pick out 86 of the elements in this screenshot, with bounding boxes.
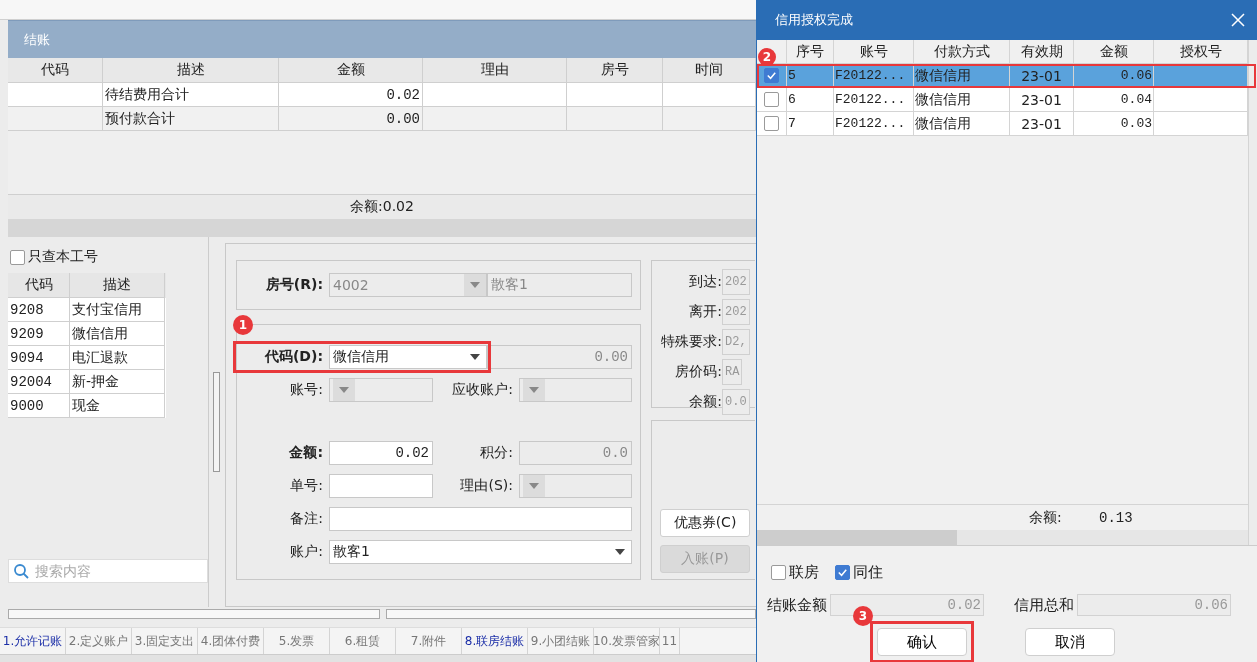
confirm-button[interactable]: 确认: [877, 628, 967, 656]
field-label: 特殊要求:: [660, 333, 722, 351]
text-field[interactable]: [329, 507, 632, 531]
caret-icon: [339, 387, 349, 393]
caret-icon: [470, 354, 480, 360]
caret-icon: [615, 549, 625, 555]
number-field[interactable]: 0.02: [329, 441, 433, 465]
tab[interactable]: 11: [660, 628, 680, 654]
tab[interactable]: 8.联房结账: [462, 628, 528, 654]
field-label: 积分:: [479, 444, 514, 462]
splitter-handle[interactable]: [212, 372, 220, 472]
field-label: 账户:: [289, 543, 324, 561]
caret-icon: [529, 483, 539, 489]
scrollbar[interactable]: [386, 609, 756, 619]
table-cell: 微信信用: [915, 114, 971, 133]
checkbox[interactable]: [835, 564, 850, 580]
field-label: 账号:: [289, 381, 324, 399]
dropdown[interactable]: 散客1: [329, 540, 632, 564]
checkbox[interactable]: [771, 564, 786, 580]
dropdown[interactable]: 微信信用: [329, 345, 487, 369]
field-label: 应收账户:: [451, 381, 514, 399]
table-cell[interactable]: 9000: [8, 394, 70, 418]
field-label: 信用总和: [1014, 595, 1074, 615]
step-badge: 1: [233, 315, 253, 335]
scrollbar[interactable]: [8, 609, 380, 619]
checkmark-icon: [765, 69, 778, 82]
table-cell: 23-01: [1021, 67, 1062, 84]
table-cell: 0.03: [1120, 116, 1152, 131]
table-cell: F20122...: [835, 92, 906, 107]
text-field[interactable]: [329, 474, 433, 498]
balance-text: 余额:0.02: [350, 198, 414, 216]
table-cell: 6: [788, 92, 796, 107]
field-label: 余额:: [688, 393, 722, 411]
cancel-button[interactable]: 取消: [1025, 628, 1115, 656]
field-label: 金额:: [288, 444, 324, 462]
field-label: 理由(S):: [459, 477, 514, 495]
table-row[interactable]: 7 F20122... 微信信用 23-01 0.03: [757, 112, 1248, 136]
table-cell: 0.06: [1120, 68, 1152, 83]
tab[interactable]: 3.固定支出: [132, 628, 198, 654]
action-button[interactable]: 优惠券(C): [660, 509, 750, 537]
field-label: 代码(D):: [263, 348, 324, 366]
field-label: 单号:: [289, 477, 324, 495]
column-header[interactable]: 序号: [787, 40, 834, 64]
balance-value: 0.13: [1099, 509, 1133, 526]
balance-label: 余额:: [1029, 508, 1063, 527]
table-cell: F20122...: [835, 116, 906, 131]
panel-header: 结账: [8, 20, 756, 58]
checkbox-label: 同住: [853, 562, 883, 582]
checkbox-label: 联房: [789, 562, 819, 582]
table-cell: 微信信用: [915, 66, 971, 85]
column-header[interactable]: 有效期: [1010, 40, 1074, 64]
step-badge: 3: [853, 606, 873, 626]
checkbox-label: 只查本工号: [28, 248, 98, 266]
dialog-title: 信用授权完成: [775, 11, 853, 29]
field-label: 到达:: [688, 273, 722, 291]
table-cell: 0.04: [1120, 92, 1152, 107]
field-label: 房号(R):: [264, 276, 324, 294]
caret-icon: [470, 282, 480, 288]
table-cell: 23-01: [1021, 115, 1062, 132]
field-label: 备注:: [289, 510, 324, 528]
search-field[interactable]: 搜索内容: [8, 559, 208, 583]
checkbox[interactable]: [764, 116, 779, 131]
field-label: 结账金额: [767, 595, 827, 615]
tab[interactable]: 10.发票管家: [594, 628, 660, 654]
table-cell: 5: [788, 68, 796, 83]
tab[interactable]: 2.定义账户: [66, 628, 132, 654]
column-header[interactable]: 付款方式: [914, 40, 1010, 64]
caret-icon: [529, 387, 539, 393]
checkbox[interactable]: [10, 249, 25, 265]
field-label: 房价码:: [674, 363, 722, 381]
search-icon: [13, 563, 29, 579]
scrollbar-thumb[interactable]: [757, 530, 957, 545]
column-header[interactable]: 金额: [1074, 40, 1154, 64]
field-label: 离开:: [688, 303, 722, 321]
table-cell: 23-01: [1021, 91, 1062, 108]
tab[interactable]: 9.小团结账: [528, 628, 594, 654]
table-cell: F20122...: [835, 68, 906, 83]
close-icon[interactable]: [1231, 13, 1245, 27]
checkbox[interactable]: [764, 68, 779, 83]
tab[interactable]: 4.团体付费: [198, 628, 264, 654]
table-cell: 微信信用: [915, 90, 971, 109]
table-row[interactable]: 6 F20122... 微信信用 23-01 0.04: [757, 88, 1248, 112]
table-cell: 7: [788, 116, 796, 131]
column-header[interactable]: 账号: [834, 40, 914, 64]
checkbox[interactable]: [764, 92, 779, 107]
table-cell[interactable]: 现金: [70, 394, 165, 418]
